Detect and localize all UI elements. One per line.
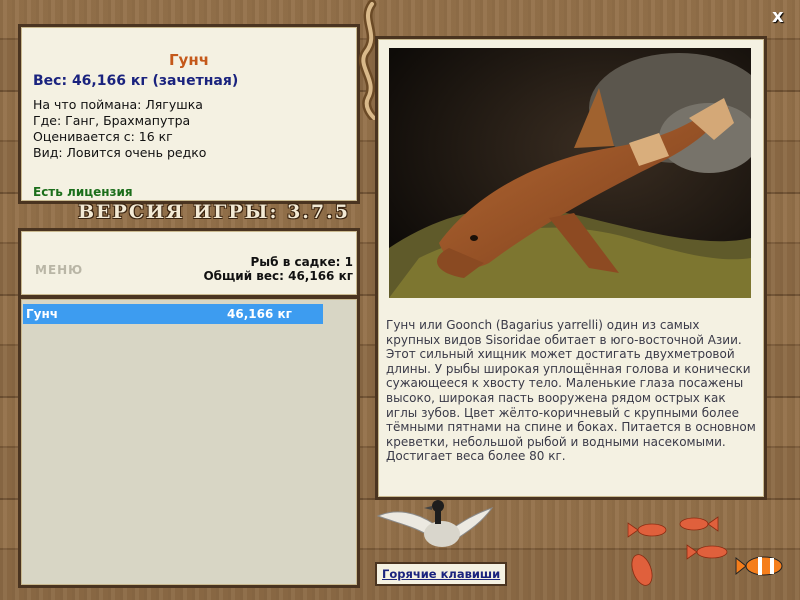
fish-photo [389, 48, 751, 298]
menu-button[interactable]: МЕНЮ [35, 263, 83, 277]
fish-decoration-icon [627, 516, 783, 586]
fish-rarity: Вид: Ловится очень редко [33, 145, 207, 160]
fish-bait: На что поймана: Лягушка [33, 97, 203, 112]
fish-info-panel: Гунч Вес: 46,166 кг (зачетная) На что по… [18, 24, 360, 204]
license-status: Есть лицензия [33, 185, 133, 199]
fish-name: Гунч [169, 51, 209, 69]
fish-rated-from: Оценивается с: 16 кг [33, 129, 173, 144]
close-button[interactable]: x [772, 6, 784, 27]
fish-location: Где: Ганг, Брахмапутра [33, 113, 191, 128]
total-weight: Общий вес: 46,166 кг [203, 269, 353, 283]
list-item[interactable]: Гунч 46,166 кг [23, 304, 323, 324]
fish-weight: Вес: 46,166 кг (зачетная) [33, 73, 239, 89]
list-item-weight: 46,166 кг [227, 307, 292, 321]
hotkeys-button[interactable]: Горячие клавиши [375, 562, 508, 586]
game-version: ВЕРСИЯ ИГРЫ: 3.7.5 [78, 201, 350, 223]
catch-list: Гунч 46,166 кг [18, 296, 360, 588]
fish-description: Гунч или Goonch (Bagarius yarrelli) один… [386, 318, 756, 464]
fish-count: Рыб в садке: 1 [250, 255, 354, 269]
fish-details-panel: Гунч или Goonch (Bagarius yarrelli) один… [375, 36, 767, 500]
duck-decoration-icon [376, 500, 494, 547]
list-item-name: Гунч [26, 307, 58, 321]
stats-panel: МЕНЮ Рыб в садке: 1 Общий вес: 46,166 кг [18, 228, 360, 298]
catfish-illustration-icon [389, 48, 751, 298]
